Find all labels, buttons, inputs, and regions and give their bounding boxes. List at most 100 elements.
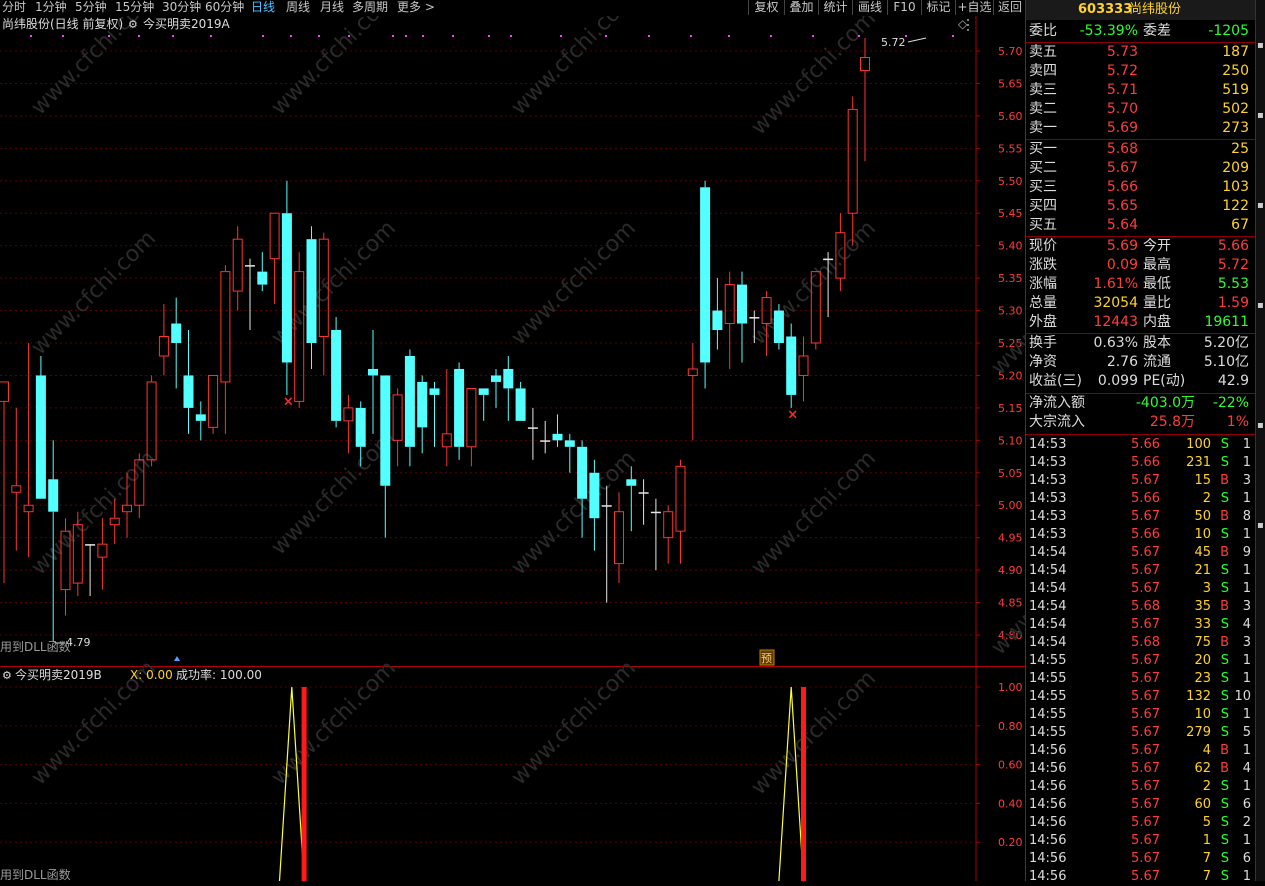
stat-label: 总量 (1029, 295, 1057, 311)
candle-body (638, 492, 649, 494)
toolbar-button[interactable]: 返回 (993, 0, 1026, 15)
period-tab[interactable]: 30分钟 (162, 0, 201, 15)
trade-side: B (1220, 509, 1229, 524)
stat-label: 最低 (1143, 276, 1171, 292)
period-tab[interactable]: 周线 (286, 0, 310, 15)
toolbar-button[interactable]: 画线 (852, 0, 887, 15)
trade-price: 5.67 (1131, 545, 1160, 560)
order-diff-label: 委差 (1143, 23, 1171, 39)
signal-dot (812, 35, 814, 37)
candle-body (589, 472, 600, 519)
stat-label: 现价 (1029, 238, 1057, 254)
candle-body (712, 310, 723, 331)
sub-chart-title: 今买明卖2019B (15, 667, 102, 682)
bid-row: 买五 5.64 67 (1026, 216, 1255, 235)
trade-row: 14:55 5.67 279 S 5 (1026, 724, 1255, 742)
toolbar-button[interactable]: 标记 (921, 0, 955, 15)
trade-count: 4 (1242, 617, 1251, 632)
trade-time: 14:53 (1029, 455, 1067, 470)
trade-price: 5.67 (1131, 671, 1160, 686)
stat-value: 1.61% (1093, 276, 1138, 292)
ask-label: 卖四 (1029, 63, 1057, 79)
trade-count: 1 (1242, 869, 1251, 884)
flow-row: 大宗流入 25.8万 1% (1026, 413, 1255, 432)
trade-price: 5.68 (1131, 635, 1160, 650)
trade-count: 1 (1242, 743, 1251, 758)
ask-label: 卖一 (1029, 120, 1057, 136)
trade-row: 14:53 5.66 100 S 1 (1026, 436, 1255, 454)
ask-volume: 502 (1222, 101, 1249, 117)
y-tick-label: 5.10 (998, 434, 1023, 447)
candle-body (0, 381, 9, 402)
trade-volume: 231 (1186, 455, 1211, 470)
side-icon-3[interactable]: ▪ (1257, 200, 1264, 211)
candle-body (183, 375, 194, 408)
trade-row: 14:53 5.66 2 S 1 (1026, 490, 1255, 508)
trade-row: 14:55 5.67 132 S 10 (1026, 688, 1255, 706)
ask-volume: 250 (1222, 63, 1249, 79)
trade-row: 14:56 5.67 2 S 1 (1026, 778, 1255, 796)
trade-count: 1 (1242, 779, 1251, 794)
side-icon-1[interactable]: ▪ (1257, 40, 1264, 51)
period-tab[interactable]: 1分钟 (35, 0, 67, 15)
fundamental-value: 0.63% (1093, 335, 1138, 351)
trade-volume: 21 (1194, 563, 1211, 578)
trade-time: 14:54 (1029, 581, 1067, 596)
gear-icon: ⚙ (128, 18, 138, 31)
order-diff-value: -1205 (1208, 23, 1249, 39)
period-tab[interactable]: 60分钟 (205, 0, 244, 15)
toolbar-button[interactable]: +自选 (955, 0, 993, 15)
toolbar-button[interactable]: 复权 (748, 0, 784, 15)
side-icon-5[interactable]: ▪ (1257, 420, 1264, 431)
candle-body (417, 381, 428, 428)
trade-row: 14:56 5.67 62 B 4 (1026, 760, 1255, 778)
period-tab[interactable]: 多周期 (352, 0, 388, 15)
fundamental-row: 换手 0.63% 股本 5.20亿 (1026, 334, 1255, 353)
stat-value: 5.53 (1217, 276, 1249, 292)
trade-side: B (1220, 761, 1229, 776)
signal-dot (488, 35, 490, 37)
trade-volume: 20 (1194, 653, 1211, 668)
ask-label: 卖五 (1029, 44, 1057, 60)
toolbar-button[interactable]: 叠加 (784, 0, 818, 15)
bid-label: 买四 (1029, 198, 1057, 214)
candle-body (355, 407, 366, 447)
order-ratio-value: -53.39% (1079, 23, 1138, 39)
main-chart-title: 尚纬股份(日线 前复权) (2, 16, 123, 31)
fundamental-label: 收益(三) (1029, 373, 1082, 389)
period-tab[interactable]: 15分钟 (115, 0, 154, 15)
period-tab[interactable]: 月线 (320, 0, 344, 15)
trade-price: 5.67 (1131, 689, 1160, 704)
trade-volume: 60 (1194, 797, 1211, 812)
toolbar-button[interactable]: 统计 (818, 0, 852, 15)
stat-label: 最高 (1143, 257, 1171, 273)
trade-time: 14:54 (1029, 545, 1067, 560)
side-icon-4[interactable]: ▪ (1257, 300, 1264, 311)
trade-row: 14:56 5.67 1 S 1 (1026, 832, 1255, 850)
y-tick-label: 5.35 (998, 272, 1023, 285)
trade-volume: 132 (1186, 689, 1211, 704)
candle-body (171, 323, 182, 343)
period-tab[interactable]: 更多 > (397, 0, 435, 15)
period-tab[interactable]: 日线 (251, 0, 275, 15)
high-label: 5.72 (881, 36, 906, 49)
signal-dot (422, 35, 424, 37)
toolbar-button[interactable]: F10 (887, 0, 921, 15)
trade-time: 14:56 (1029, 743, 1067, 758)
flow-value: 25.8万 (1149, 414, 1195, 430)
success-rate-label: 成功率: 100.00 (176, 667, 262, 682)
signal-dot (62, 35, 64, 37)
side-icon-2[interactable]: ▪ (1257, 110, 1264, 121)
period-tab[interactable]: 5分钟 (75, 0, 107, 15)
candle-body (23, 504, 34, 513)
trade-volume: 15 (1194, 473, 1211, 488)
trade-volume: 3 (1202, 581, 1211, 596)
signal-dot (510, 35, 512, 37)
trade-side: S (1220, 707, 1229, 722)
side-icon-6[interactable]: ▪ (1257, 520, 1264, 531)
bid-label: 买五 (1029, 217, 1057, 233)
period-tab[interactable]: 分时 (2, 0, 26, 15)
trade-count: 1 (1242, 581, 1251, 596)
candle-body (552, 433, 563, 441)
candle-body (626, 479, 637, 486)
